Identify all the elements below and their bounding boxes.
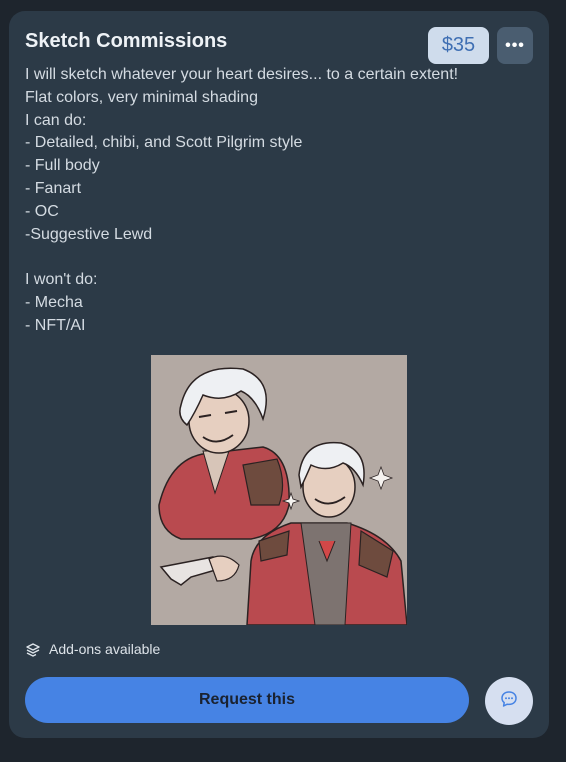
addons-label: Add-ons available <box>49 641 161 657</box>
more-options-button[interactable]: ••• <box>497 27 533 64</box>
description-line: I won't do: <box>25 271 98 289</box>
description-line: - OC <box>25 202 59 220</box>
description-line: I can do: <box>25 111 87 129</box>
description-line: I will sketch whatever your heart desire… <box>25 66 459 83</box>
sketch-artwork-image[interactable] <box>151 355 407 625</box>
chat-bubble-icon <box>500 690 518 713</box>
price-badge: $35 <box>428 27 489 64</box>
commission-card: Sketch Commissions $35 ••• I will sketch… <box>9 11 549 738</box>
description-line: - NFT/AI <box>25 316 86 334</box>
chat-button[interactable] <box>485 677 533 725</box>
addons-indicator: Add-ons available <box>25 641 160 657</box>
listing-title: Sketch Commissions <box>25 30 228 52</box>
layers-plus-icon <box>25 641 41 657</box>
description-line <box>25 246 525 269</box>
description-line: - Full body <box>25 157 100 175</box>
listing-description: I will sketch whatever your heart desire… <box>25 64 525 338</box>
description-line: - Fanart <box>25 179 82 197</box>
description-line: - Mecha <box>25 293 83 311</box>
request-button[interactable]: Request this <box>25 677 469 723</box>
more-horizontal-icon: ••• <box>505 36 525 54</box>
description-line: Flat colors, very minimal shading <box>25 88 258 106</box>
description-line: - Detailed, chibi, and Scott Pilgrim sty… <box>25 134 303 152</box>
description-line: -Suggestive Lewd <box>25 225 153 243</box>
